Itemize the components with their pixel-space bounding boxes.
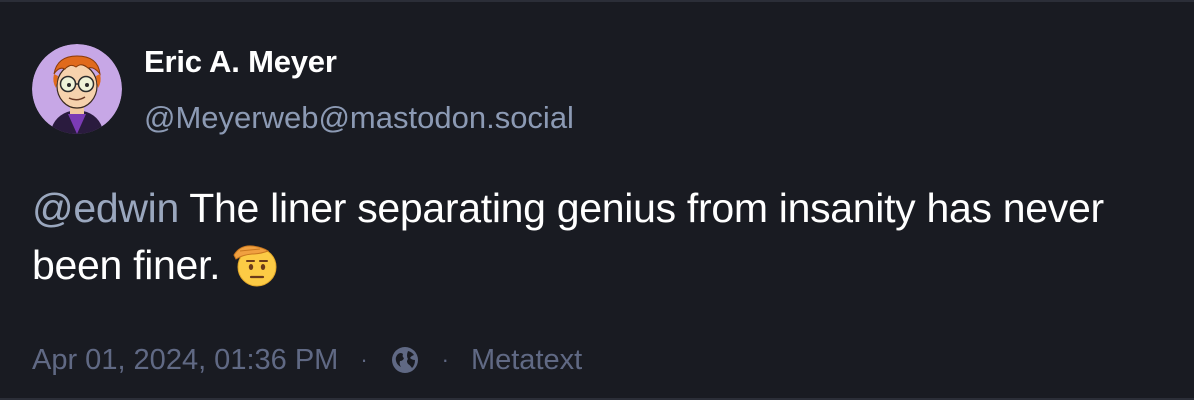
status-text: The liner separating genius from insanit…: [32, 185, 1104, 288]
saluting-face-emoji: [230, 237, 282, 289]
status-content: @edwin The liner separating genius from …: [32, 180, 1162, 294]
avatar[interactable]: [32, 44, 122, 134]
separator-dot: ·: [441, 347, 449, 372]
globe-icon: [390, 345, 420, 375]
timestamp-link[interactable]: Apr 01, 2024, 01:36 PM: [32, 342, 338, 378]
status-header: Eric A. Meyer @Meyerweb@mastodon.social: [32, 44, 574, 136]
mention-link[interactable]: @edwin: [32, 185, 179, 231]
author-display-name[interactable]: Eric A. Meyer: [144, 44, 574, 80]
author-handle[interactable]: @Meyerweb@mastodon.social: [144, 100, 574, 136]
author-names: Eric A. Meyer @Meyerweb@mastodon.social: [144, 44, 574, 136]
status-card: Eric A. Meyer @Meyerweb@mastodon.social …: [0, 0, 1194, 400]
separator-dot: ·: [360, 347, 368, 372]
cartoon-avatar-icon: [32, 44, 122, 134]
application-link[interactable]: Metatext: [471, 342, 582, 378]
status-footer: Apr 01, 2024, 01:36 PM · · Metatext: [32, 342, 582, 378]
